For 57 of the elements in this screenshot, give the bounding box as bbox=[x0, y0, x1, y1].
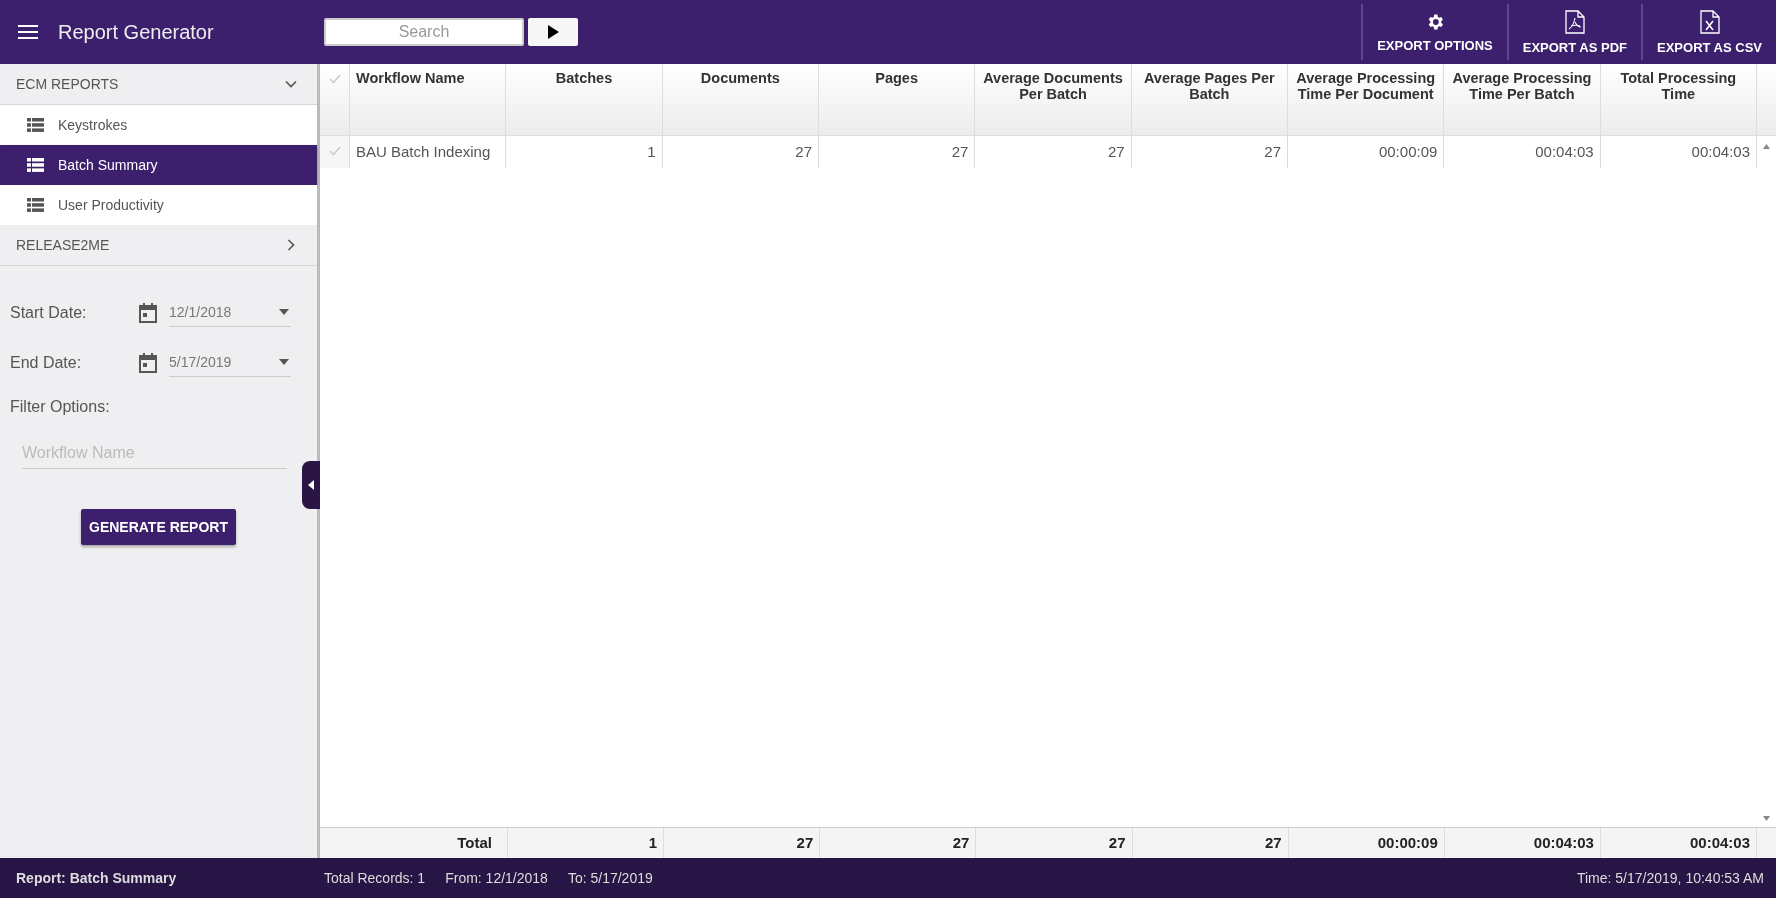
report-item[interactable]: Keystrokes bbox=[0, 105, 317, 145]
table-cell: 00:04:03 bbox=[1444, 136, 1601, 168]
table-cell: 00:04:03 bbox=[1600, 136, 1757, 168]
export-button[interactable]: EXPORT AS CSV bbox=[1641, 4, 1776, 60]
date-label: End Date: bbox=[10, 354, 83, 372]
table-cell: 27 bbox=[1131, 136, 1288, 168]
caret-left-icon bbox=[308, 480, 314, 490]
date-picker[interactable]: 12/1/2018 bbox=[169, 299, 291, 327]
column-header[interactable]: Total Processing Time bbox=[1600, 64, 1757, 135]
spreadsheet-file-icon bbox=[1699, 9, 1720, 34]
collapse-handle[interactable] bbox=[302, 461, 320, 509]
run-button[interactable] bbox=[528, 18, 578, 46]
list-icon bbox=[27, 198, 44, 212]
list-icon bbox=[27, 118, 44, 132]
column-header[interactable]: Average Documents Per Batch bbox=[975, 64, 1132, 135]
from-date: From: 12/1/2018 bbox=[445, 870, 548, 886]
column-header[interactable]: Documents bbox=[662, 64, 819, 135]
column-header[interactable]: Average Pages Per Batch bbox=[1131, 64, 1288, 135]
column-header[interactable]: Average Processing Time Per Batch bbox=[1444, 64, 1601, 135]
record-count: Total Records: 1 bbox=[324, 870, 426, 886]
export-button[interactable]: EXPORT OPTIONS bbox=[1361, 4, 1507, 60]
menu-icon[interactable] bbox=[18, 25, 38, 39]
scroll-down-icon[interactable] bbox=[1763, 816, 1770, 821]
chevron-icon bbox=[285, 78, 297, 90]
scroll-up-icon[interactable] bbox=[1763, 144, 1770, 149]
calendar-icon[interactable] bbox=[139, 303, 157, 323]
report-item[interactable]: Batch Summary bbox=[0, 145, 317, 185]
to-date: To: 5/17/2019 bbox=[567, 870, 653, 886]
column-header[interactable]: Average Processing Time Per Document bbox=[1288, 64, 1445, 135]
table-cell: BAU Batch Indexing bbox=[350, 136, 507, 168]
export-button[interactable]: EXPORT AS PDF bbox=[1506, 4, 1641, 60]
table-cell: 27 bbox=[662, 136, 819, 168]
column-header[interactable]: Workflow Name bbox=[350, 64, 507, 135]
check-icon[interactable] bbox=[328, 74, 341, 84]
table-cell: 1 bbox=[506, 136, 663, 168]
table-cell: 00:00:09 bbox=[1288, 136, 1445, 168]
search-field[interactable]: Search bbox=[324, 18, 524, 46]
generate-report-button[interactable]: GENERATE REPORT bbox=[81, 509, 236, 545]
timestamp: Time: 5/17/2019, 10:40:53 AM bbox=[1576, 870, 1764, 886]
pdf-file-icon bbox=[1564, 9, 1585, 34]
table-cell: 27 bbox=[975, 136, 1132, 168]
calendar-icon[interactable] bbox=[139, 353, 157, 373]
dropdown-caret-icon bbox=[279, 308, 289, 315]
check-icon[interactable] bbox=[328, 146, 341, 156]
dropdown-caret-icon bbox=[279, 358, 289, 365]
app-title: Report Generator bbox=[58, 20, 214, 44]
filter-label: Filter Options: bbox=[10, 398, 111, 416]
play-icon bbox=[547, 25, 559, 39]
report-name: Report: Batch Summary bbox=[16, 870, 178, 886]
list-icon bbox=[27, 158, 44, 172]
date-label: Start Date: bbox=[10, 304, 88, 322]
table-cell: 27 bbox=[819, 136, 976, 168]
column-header[interactable]: Batches bbox=[506, 64, 663, 135]
column-header[interactable]: Pages bbox=[819, 64, 976, 135]
date-picker[interactable]: 5/17/2019 bbox=[169, 349, 291, 377]
chevron-icon bbox=[285, 239, 297, 251]
report-item[interactable]: User Productivity bbox=[0, 185, 317, 225]
